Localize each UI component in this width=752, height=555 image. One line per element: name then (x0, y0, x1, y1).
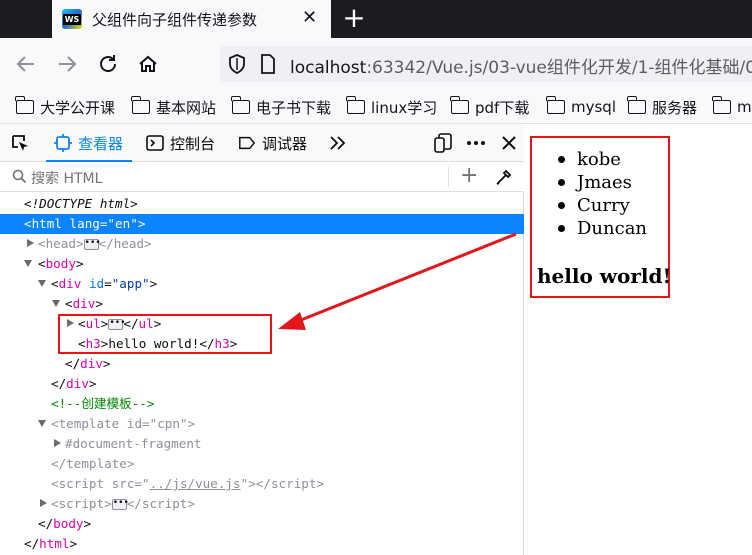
html-search-bar[interactable]: 搜索 HTML + (0, 162, 524, 192)
tree-row-html-close[interactable]: </html> (0, 534, 524, 554)
search-input[interactable]: 搜索 HTML (31, 168, 102, 188)
collapsed-ellipsis[interactable]: ••• (83, 239, 101, 250)
collapse-triangle-icon[interactable] (24, 260, 32, 267)
collapsed-ellipsis[interactable]: ••• (111, 499, 129, 510)
add-node-button[interactable]: + (460, 163, 478, 188)
folder-icon (231, 96, 250, 114)
bookmarks-toolbar: 大学公开课 基本网站 电子书下载 linux学习 pdf下载 mysql 服务器… (0, 90, 752, 124)
page-info-icon[interactable] (260, 54, 276, 74)
shield-icon[interactable] (228, 54, 246, 74)
tab-inspector[interactable]: 查看器 (46, 124, 132, 162)
tree-row-template-close[interactable]: </template> (0, 454, 524, 474)
bookmark-folder[interactable]: pdf下载 (450, 96, 529, 118)
collapse-triangle-icon[interactable] (38, 420, 46, 427)
home-button[interactable] (132, 48, 164, 80)
search-icon (12, 169, 27, 184)
tree-row-h3[interactable]: <h3>hello world!</h3> (0, 334, 524, 354)
player-list: kobe Jmaes Curry Duncan (545, 148, 647, 240)
debugger-icon (238, 134, 256, 152)
tab-strip: WS 父组件向子组件传递参数 ✕ + (0, 0, 752, 38)
bookmark-folder[interactable]: linux学习 (346, 96, 437, 118)
collapse-triangle-icon[interactable] (52, 300, 60, 307)
bookmark-folder[interactable]: 大学公开课 (15, 96, 115, 118)
console-icon (146, 134, 164, 152)
more-tabs-chevron-icon[interactable] (328, 133, 348, 153)
folder-icon (346, 96, 365, 114)
new-tab-button[interactable]: + (340, 3, 368, 33)
tab-debugger[interactable]: 调试器 (238, 124, 307, 162)
expand-triangle-icon[interactable] (67, 319, 74, 327)
folder-icon (546, 96, 565, 114)
folder-icon (712, 96, 731, 114)
browser-tab[interactable]: WS 父组件向子组件传递参数 ✕ (52, 0, 331, 38)
bookmark-folder[interactable]: mysql (546, 96, 616, 118)
bookmark-folder[interactable]: m (712, 96, 752, 118)
close-devtools-icon[interactable] (498, 133, 520, 153)
tree-row-body-close[interactable]: </body> (0, 514, 524, 534)
nav-bar: localhost:63342/Vue.js/03-vue组件化开发/1-组件化… (0, 38, 752, 90)
list-item: Duncan (545, 217, 647, 240)
folder-icon (627, 96, 646, 114)
tree-row-body[interactable]: <body> (0, 254, 524, 274)
devtools-panel: 查看器 控制台 调试器 搜索 HTML + <!DOCTYPE html> <h… (0, 124, 524, 555)
tree-row-div-app[interactable]: <div id="app"> (0, 274, 524, 294)
more-options-icon[interactable] (465, 133, 487, 153)
tree-row-div-close[interactable]: </div> (0, 354, 524, 374)
tab-console[interactable]: 控制台 (146, 124, 215, 162)
url-bar[interactable]: localhost:63342/Vue.js/03-vue组件化开发/1-组件化… (220, 46, 752, 82)
tree-row-html[interactable]: <html lang="en"> (0, 214, 524, 234)
reload-icon (100, 55, 116, 72)
bookmark-folder[interactable]: 基本网站 (131, 96, 216, 118)
home-icon (139, 55, 157, 72)
tree-row-script[interactable]: <script>•••</script> (0, 494, 524, 514)
tree-row-template[interactable]: <template id="cpn"> (0, 414, 524, 434)
tab-title: 父组件向子组件传递参数 (92, 11, 258, 29)
bookmark-folder[interactable]: 服务器 (627, 96, 697, 118)
tree-row-div[interactable]: <div> (0, 294, 524, 314)
expand-triangle-icon[interactable] (27, 239, 34, 247)
tree-row-doctype[interactable]: <!DOCTYPE html> (0, 194, 524, 214)
expand-triangle-icon[interactable] (54, 439, 61, 447)
picker-icon (12, 135, 28, 151)
tree-row-fragment[interactable]: #document-fragment (0, 434, 524, 454)
page-heading: hello world! (537, 264, 672, 288)
tree-row-comment[interactable]: <!--创建模板--> (0, 394, 524, 414)
list-item: Curry (545, 194, 647, 217)
list-item: kobe (545, 148, 647, 171)
back-button[interactable] (10, 48, 42, 80)
tab-strip-left (0, 0, 52, 38)
webstorm-favicon-icon: WS (62, 9, 82, 29)
folder-icon (450, 96, 469, 114)
tree-row-div-app-close[interactable]: </div> (0, 374, 524, 394)
inspector-icon (54, 134, 72, 152)
element-picker-button[interactable] (10, 124, 36, 162)
forward-arrow-icon (59, 56, 77, 72)
expand-triangle-icon[interactable] (40, 499, 47, 507)
list-item: Jmaes (545, 171, 647, 194)
forward-button[interactable] (51, 48, 83, 80)
tree-row-ul[interactable]: <ul>•••</ul> (0, 314, 524, 334)
collapse-triangle-icon[interactable] (38, 280, 46, 287)
dock-toggle-icon[interactable] (432, 133, 454, 153)
tree-row-script-src[interactable]: <script src="../js/vue.js"></script> (0, 474, 524, 494)
folder-icon (131, 96, 150, 114)
toolbar-divider (448, 167, 449, 187)
reload-button[interactable] (92, 48, 124, 80)
folder-icon (15, 96, 34, 114)
rendered-page: kobe Jmaes Curry Duncan hello world! (525, 124, 752, 555)
tab-close-icon[interactable]: ✕ (302, 7, 317, 28)
tree-row-head[interactable]: <head>•••</head> (0, 234, 524, 254)
url-text[interactable]: localhost:63342/Vue.js/03-vue组件化开发/1-组件化… (290, 53, 752, 78)
bookmark-folder[interactable]: 电子书下载 (231, 96, 331, 118)
devtools-toolbar: 查看器 控制台 调试器 (0, 124, 524, 162)
eyedropper-icon[interactable] (495, 168, 513, 186)
highlight-box-output: kobe Jmaes Curry Duncan hello world! (530, 136, 672, 298)
back-arrow-icon (16, 56, 34, 72)
collapsed-ellipsis[interactable]: ••• (108, 319, 126, 330)
